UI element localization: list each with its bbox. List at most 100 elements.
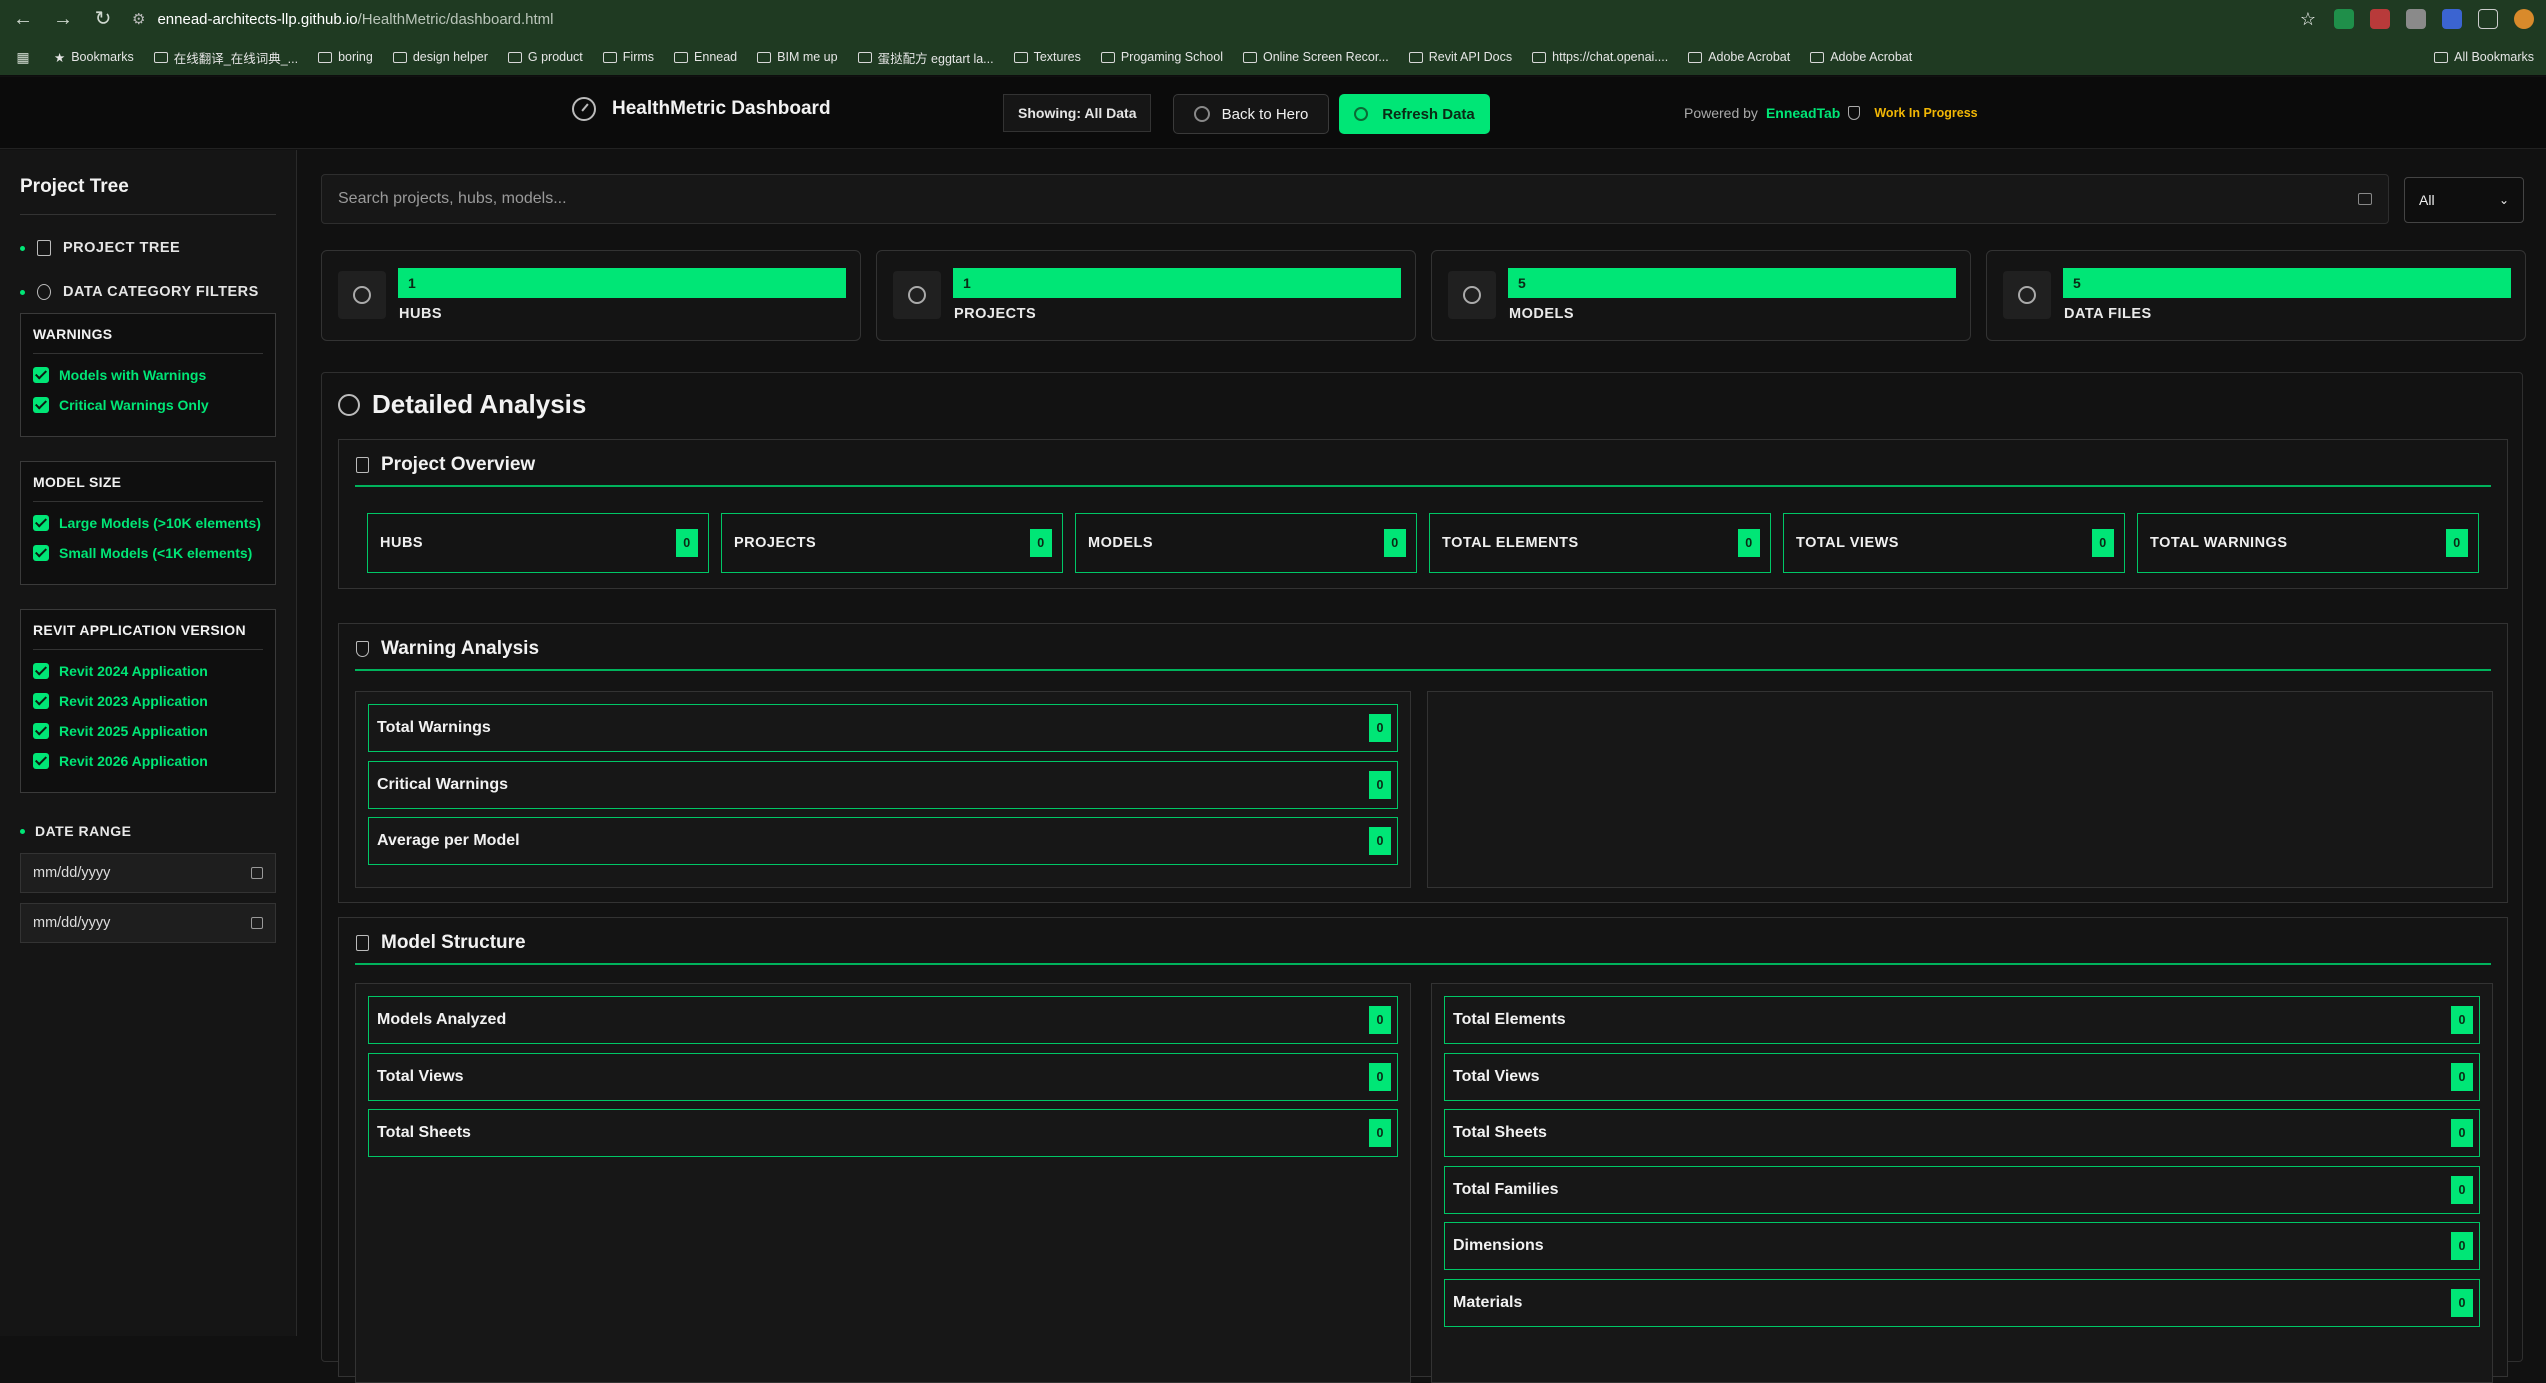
sidebar-title: Project Tree: [20, 176, 276, 215]
stat-card-data-files[interactable]: 5 DATA FILES: [1986, 250, 2526, 341]
bookmark-item[interactable]: Online Screen Recor...: [1243, 50, 1389, 64]
filter-checkbox[interactable]: Small Models (<1K elements): [33, 542, 263, 564]
chart-icon: [908, 286, 926, 304]
nav-data-category-filters[interactable]: DATA CATEGORY FILTERS: [20, 283, 276, 301]
folder-icon: [757, 51, 772, 63]
metric-label: Total Families: [1453, 1180, 1559, 1198]
apps-grid-icon[interactable]: ▦: [12, 46, 34, 68]
checkbox-checked-icon[interactable]: [33, 663, 49, 679]
profile-icon[interactable]: [2514, 9, 2534, 29]
checkbox-checked-icon[interactable]: [33, 367, 49, 383]
all-bookmarks[interactable]: All Bookmarks: [2434, 50, 2534, 64]
folder-icon: [507, 51, 522, 63]
bookmark-item[interactable]: 蛋挞配方 eggtart la...: [857, 48, 994, 67]
bookmark-item[interactable]: Textures: [1013, 50, 1081, 64]
site-info-icon[interactable]: ⚙: [132, 10, 145, 28]
checkbox-checked-icon[interactable]: [33, 515, 49, 531]
stat-value: 5: [1508, 268, 1956, 298]
overview-card[interactable]: MODELS 0: [1075, 513, 1417, 573]
bookmark-label: 在线翻译_在线词典_...: [173, 51, 299, 66]
overview-card[interactable]: TOTAL ELEMENTS 0: [1429, 513, 1771, 573]
bullet-dot: [20, 245, 25, 251]
extension-icon[interactable]: [2442, 9, 2462, 29]
forward-arrow-icon[interactable]: →: [52, 8, 74, 30]
detailed-analysis: Detailed Analysis Project Overview HUBS 0…: [321, 372, 2523, 1383]
url-field[interactable]: ⚙ ennead-architects-llp.github.io/Health…: [132, 4, 2280, 34]
extension-icon[interactable]: [2406, 9, 2426, 29]
star-icon[interactable]: ☆: [2298, 9, 2318, 29]
metric-label: Dimensions: [1453, 1237, 1544, 1254]
checkbox-checked-icon[interactable]: [33, 723, 49, 739]
filter-group-title: WARNINGS: [33, 314, 263, 354]
shield-icon: [356, 641, 369, 657]
stat-card-projects[interactable]: 1 PROJECTS: [876, 250, 1416, 341]
url-host: ennead-architects-llp.github.io: [157, 10, 358, 28]
bookmark-item[interactable]: https://chat.openai....: [1532, 50, 1668, 64]
stat-icon-box: [1448, 271, 1496, 319]
folder-icon: [602, 51, 617, 63]
filter-checkbox[interactable]: Models with Warnings: [33, 364, 263, 386]
filter-checkbox[interactable]: Revit 2023 Application: [33, 690, 263, 712]
brand: HealthMetric Dashboard: [572, 97, 831, 121]
overview-card[interactable]: HUBS 0: [367, 513, 709, 573]
bookmark-item[interactable]: G product: [507, 50, 583, 64]
calendar-icon[interactable]: [251, 917, 263, 929]
bookmark-item[interactable]: Adobe Acrobat: [1688, 50, 1790, 64]
scope-select[interactable]: All ⌄: [2404, 177, 2524, 223]
calendar-icon[interactable]: [251, 867, 263, 879]
metric-row: Total Warnings 0: [368, 704, 1398, 752]
nav-project-tree[interactable]: PROJECT TREE: [20, 239, 276, 257]
overview-card[interactable]: TOTAL WARNINGS 0: [2137, 513, 2479, 573]
filter-checkbox[interactable]: Revit 2026 Application: [33, 750, 263, 772]
stat-card-models[interactable]: 5 MODELS: [1431, 250, 1971, 341]
bookmark-item[interactable]: Ennead: [674, 50, 737, 64]
checkbox-checked-icon[interactable]: [33, 693, 49, 709]
filter-checkbox-label: Small Models (<1K elements): [59, 545, 253, 561]
overview-card[interactable]: TOTAL VIEWS 0: [1783, 513, 2125, 573]
bookmark-item[interactable]: boring: [318, 50, 373, 64]
extension-icon[interactable]: [2334, 9, 2354, 29]
back-arrow-icon[interactable]: ←: [12, 8, 34, 30]
powered-brand-link[interactable]: EnneadTab: [1766, 105, 1840, 121]
metric-label: Total Sheets: [1453, 1124, 1547, 1141]
refresh-data-button[interactable]: Refresh Data: [1339, 94, 1490, 134]
back-to-hero-button[interactable]: Back to Hero: [1173, 94, 1329, 134]
bookmark-label: Online Screen Recor...: [1263, 50, 1389, 64]
checkbox-checked-icon[interactable]: [33, 545, 49, 561]
bookmark-item[interactable]: Progaming School: [1100, 50, 1223, 64]
project-overview-section: Project Overview HUBS 0 PROJECTS 0 MODELS 0 TO…: [338, 439, 2508, 589]
bookmark-label: BIM me up: [777, 50, 838, 64]
metric-row: Dimensions 0: [1444, 1222, 2480, 1270]
metric-value: 0: [1369, 1006, 1391, 1034]
bookmark-item[interactable]: 在线翻译_在线词典_...: [153, 48, 299, 67]
bookmark-item[interactable]: BIM me up: [757, 50, 838, 64]
bookmark-item[interactable]: design helper: [392, 50, 488, 64]
checkbox-checked-icon[interactable]: [33, 397, 49, 413]
filter-checkbox[interactable]: Revit 2025 Application: [33, 720, 263, 742]
overview-card[interactable]: PROJECTS 0: [721, 513, 1063, 573]
metric-row: Models Analyzed 0: [368, 996, 1398, 1044]
checkbox-checked-icon[interactable]: [33, 753, 49, 769]
extension-icon[interactable]: [2370, 9, 2390, 29]
bookmark-item[interactable]: Adobe Acrobat: [1810, 50, 1912, 64]
bookmark-item[interactable]: Firms: [602, 50, 654, 64]
stat-card-hubs[interactable]: 1 HUBS: [321, 250, 861, 341]
status-badge: Work In Progress: [1874, 106, 1978, 120]
date-to-input[interactable]: mm/dd/yyyy: [20, 903, 276, 943]
overview-card-label: TOTAL VIEWS: [1796, 535, 1899, 551]
metric-row: Total Views 0: [368, 1052, 1398, 1101]
search-options-icon[interactable]: [2358, 193, 2372, 205]
date-from-input[interactable]: mm/dd/yyyy: [20, 853, 276, 893]
filter-checkbox-label: Revit 2024 Application: [59, 663, 208, 679]
puzzle-icon[interactable]: [2478, 9, 2498, 29]
filter-checkbox[interactable]: Critical Warnings Only: [33, 394, 263, 416]
folder-icon: [1408, 51, 1423, 63]
search-input[interactable]: [338, 190, 2169, 208]
filter-checkbox[interactable]: Large Models (>10K elements): [33, 512, 263, 534]
metric-value: 0: [1369, 770, 1391, 799]
reload-icon[interactable]: ↻: [92, 8, 114, 30]
bookmark-label: design helper: [412, 50, 488, 64]
bookmark-item[interactable]: Revit API Docs: [1408, 50, 1512, 64]
bookmark-item[interactable]: ★ Bookmarks: [54, 50, 134, 65]
filter-checkbox[interactable]: Revit 2024 Application: [33, 660, 263, 682]
